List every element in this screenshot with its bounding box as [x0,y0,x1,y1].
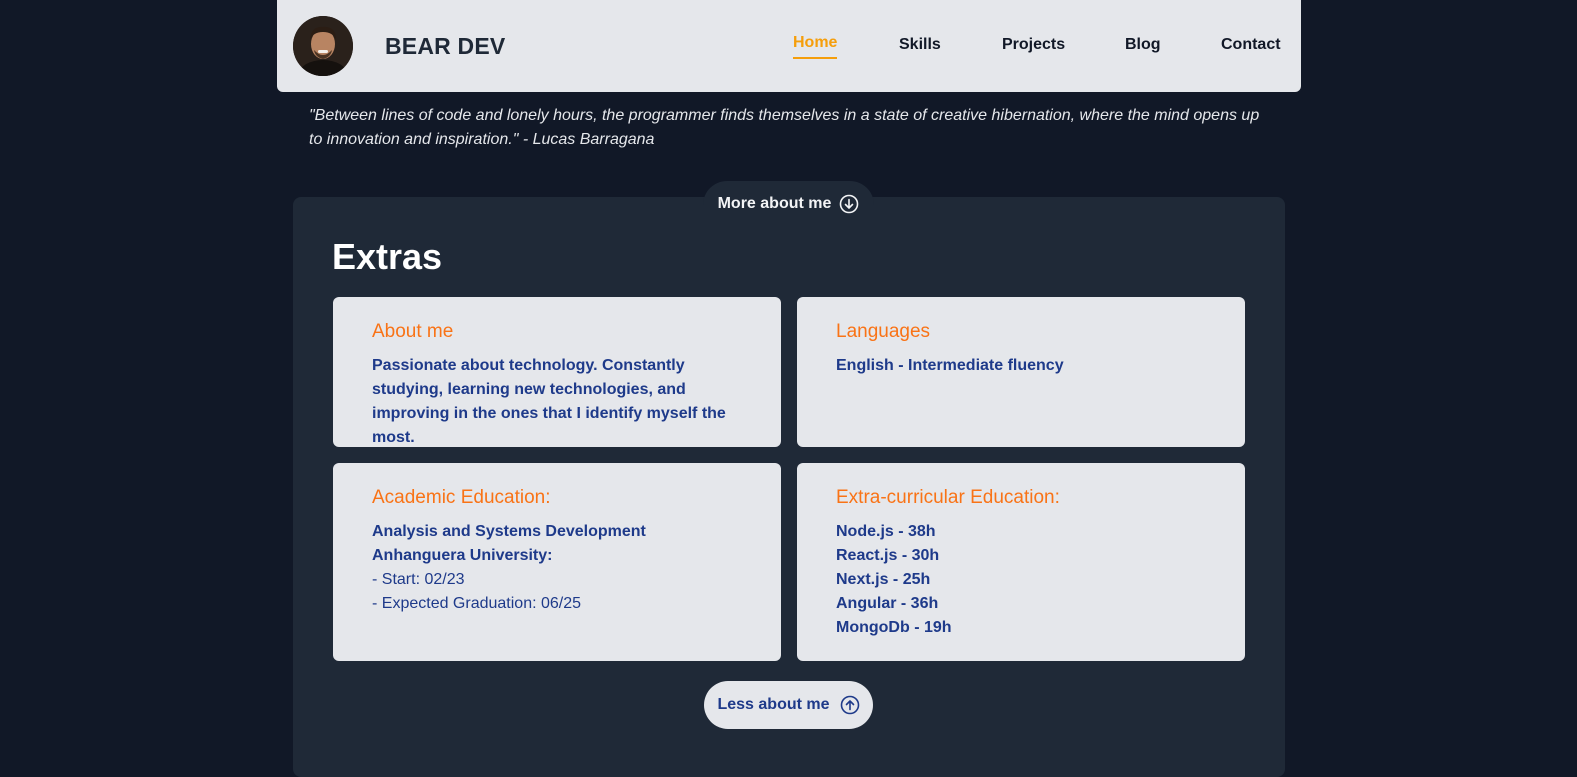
academic-education-title: Academic Education: [372,487,551,508]
academic-course: Analysis and Systems Development [372,523,646,540]
arrow-up-circle-icon [840,695,859,715]
site-brand[interactable]: BEAR DEV [385,33,505,60]
academic-graduation: - Expected Graduation: 06/25 [372,595,582,612]
academic-university: Anhanguera University: [372,547,553,564]
languages-title: Languages [836,321,931,342]
extras-heading: Extras [332,236,443,277]
extracurricular-item: Node.js - 38h [836,523,936,540]
extracurricular-item: MongoDb - 19h [836,619,952,636]
about-me-card: About me Passionate about technology. Co… [333,297,781,447]
more-about-me-button[interactable]: More about me [703,181,874,227]
extracurricular-item: Angular - 36h [836,595,939,612]
nav-projects[interactable]: Projects [1002,36,1065,54]
nav-contact[interactable]: Contact [1221,36,1281,54]
extracurricular-item: React.js - 30h [836,547,940,564]
less-about-me-button[interactable]: Less about me [704,681,873,729]
extracurricular-item: Next.js - 25h [836,571,931,588]
nav-skills[interactable]: Skills [899,36,941,54]
nav-home[interactable]: Home [793,34,838,59]
site-header: BEAR DEV Home Skills Projects Blog Conta… [277,0,1301,92]
about-me-title: About me [372,321,454,342]
avatar-photo [293,16,353,76]
avatar [293,16,353,76]
languages-card: Languages English - Intermediate fluency [797,297,1245,447]
extracurricular-education-card: Extra-curricular Education: Node.js - 38… [797,463,1245,661]
languages-text: English - Intermediate fluency [836,357,1064,374]
extracurricular-title: Extra-curricular Education: [836,487,1060,508]
less-about-me-label: Less about me [717,696,830,713]
academic-education-card: Academic Education: Analysis and Systems… [333,463,781,661]
arrow-down-circle-icon [840,194,859,214]
nav-blog[interactable]: Blog [1125,36,1161,54]
academic-start: - Start: 02/23 [372,571,465,588]
hero-quote: "Between lines of code and lonely hours,… [309,107,1260,148]
more-about-me-label: More about me [717,195,832,212]
about-me-text: Passionate about technology. Constantly … [372,357,726,446]
